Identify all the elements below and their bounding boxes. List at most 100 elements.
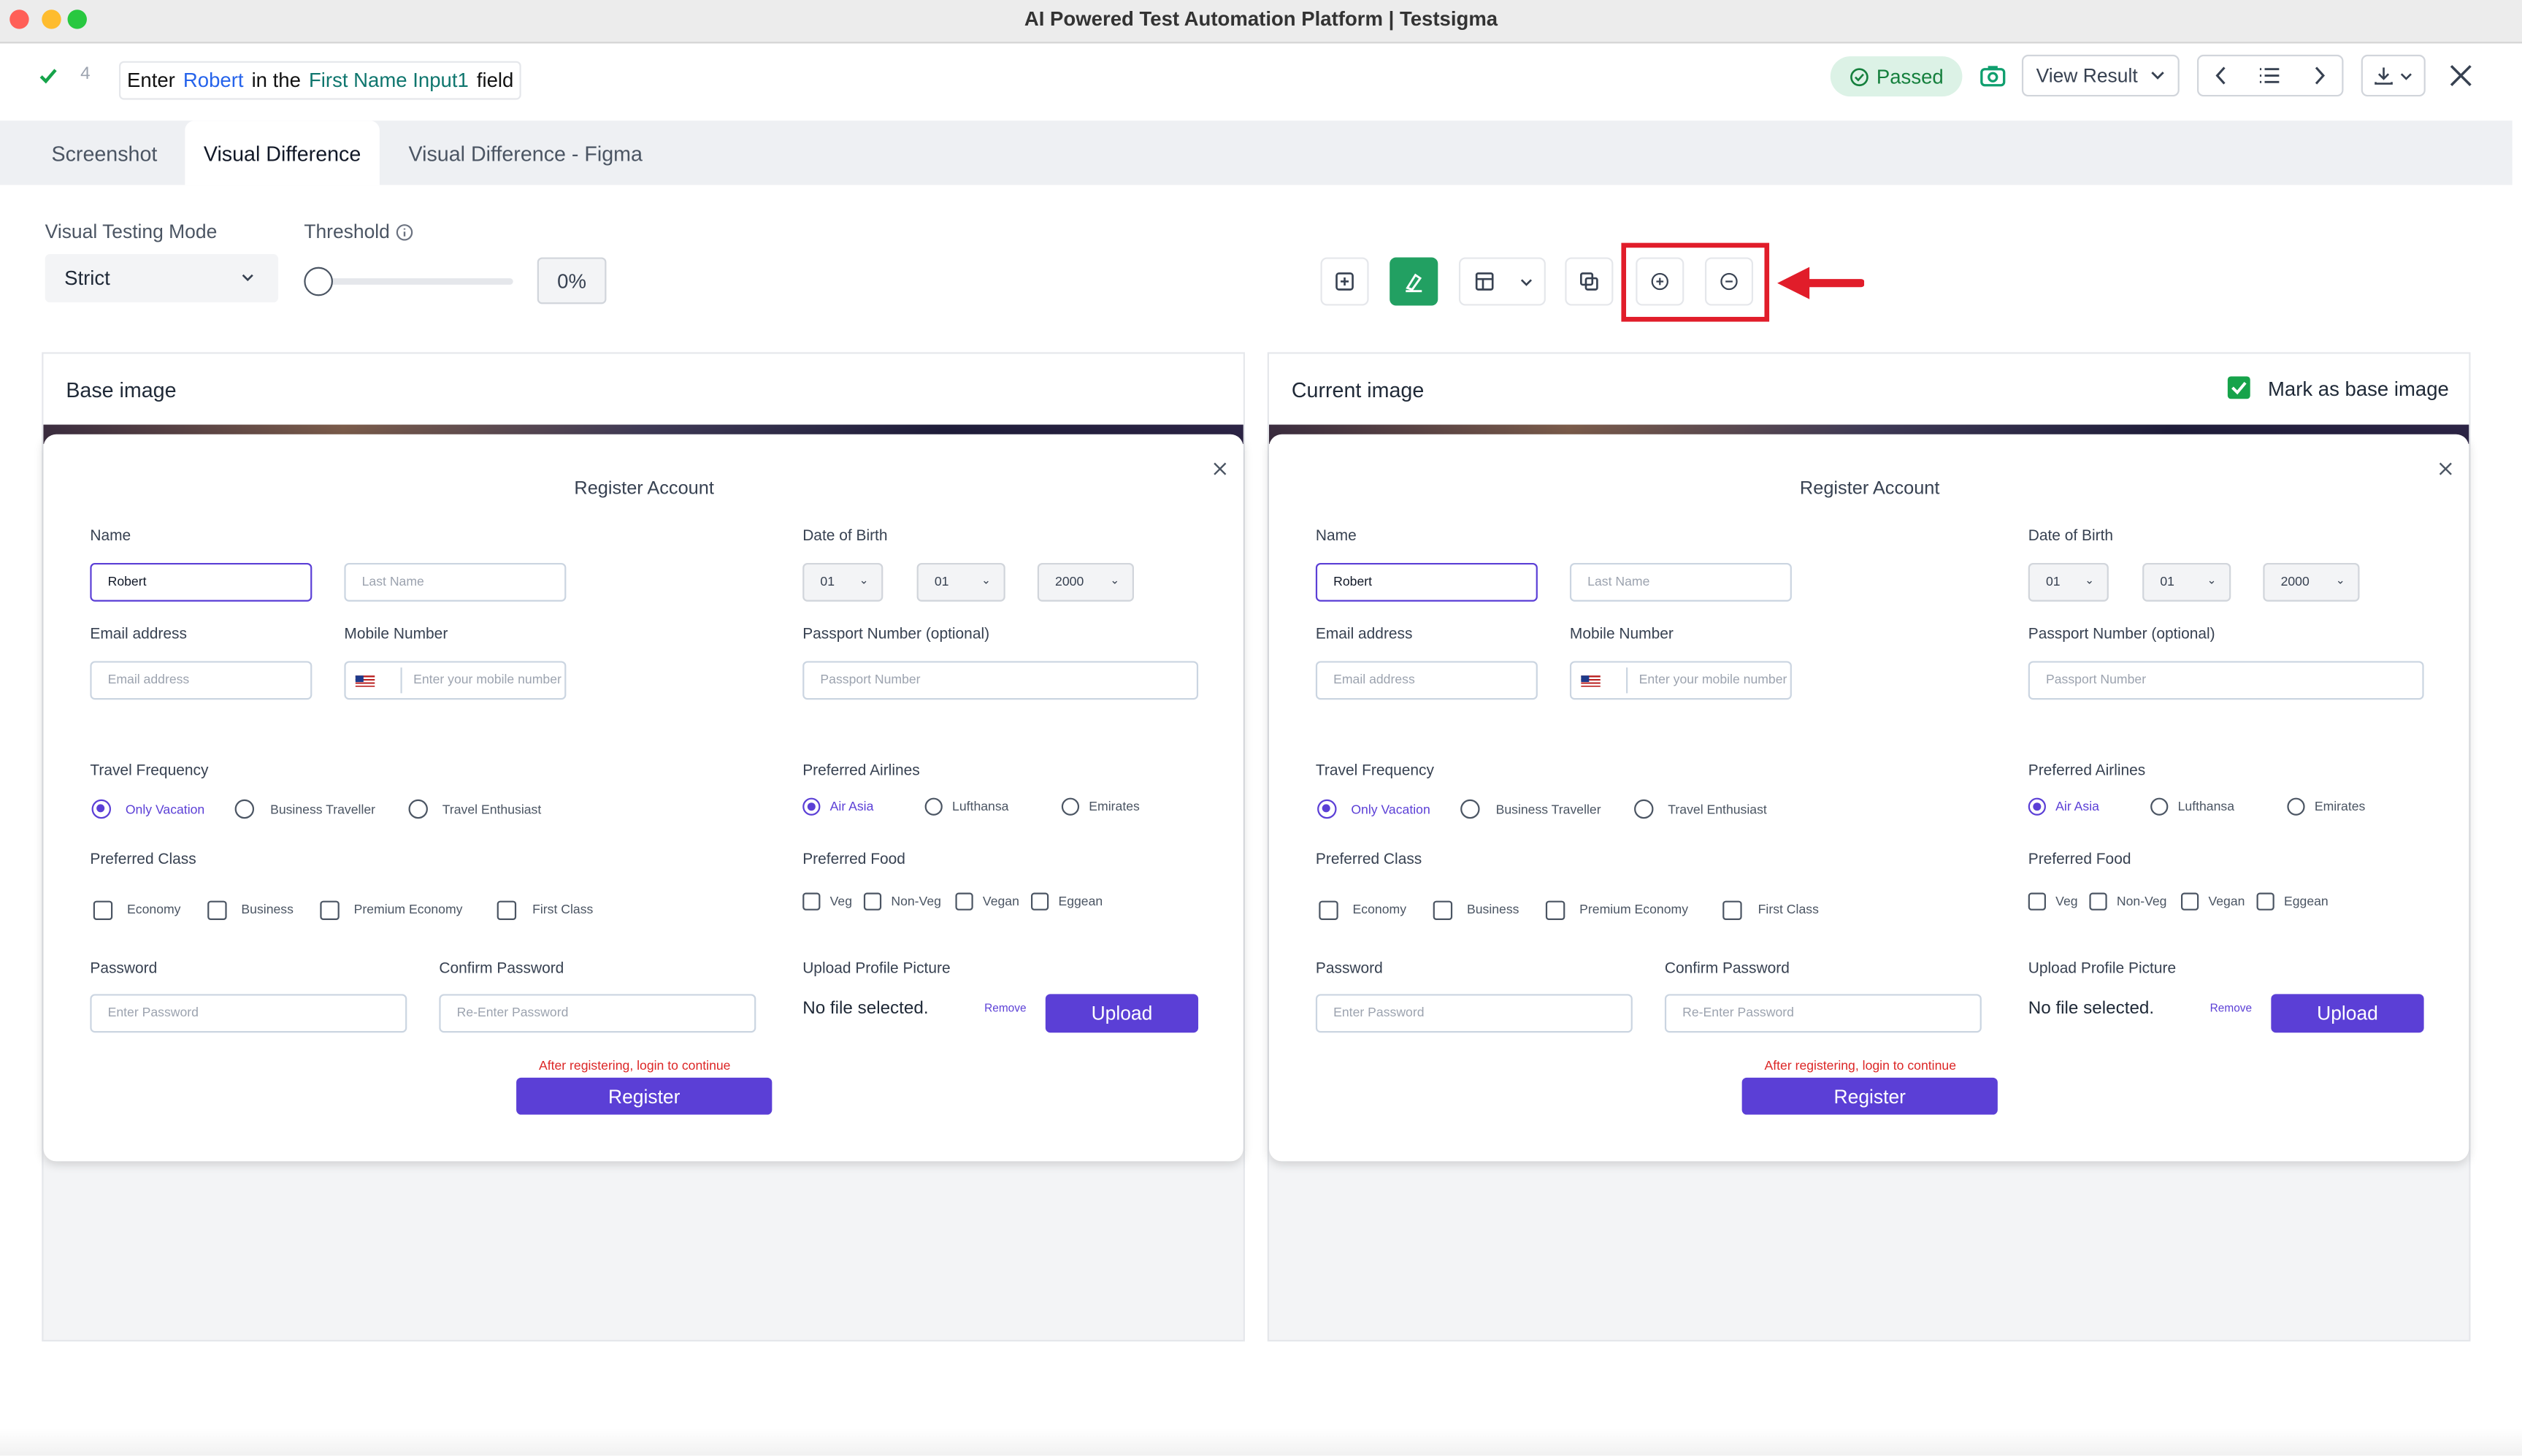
radio-emirates[interactable]: [1061, 797, 1080, 816]
food-option-label: Vegan: [2208, 894, 2245, 909]
step-suffix: field: [476, 69, 514, 92]
view-result-label: View Result: [2036, 64, 2138, 87]
checkbox-first-class[interactable]: [1722, 900, 1742, 921]
mark-as-base-checkbox[interactable]: [2227, 376, 2250, 399]
status-badge: Passed: [1830, 56, 1963, 97]
tab-visual-difference[interactable]: Visual Difference: [185, 120, 380, 185]
step-element[interactable]: First Name Input1: [309, 69, 469, 92]
highlighter-icon: [1406, 273, 1422, 293]
view-result-dropdown[interactable]: View Result: [2021, 54, 2180, 97]
checkbox-business[interactable]: [1433, 900, 1453, 921]
dob-month-select[interactable]: 01 ⌄: [916, 562, 1005, 602]
camera-icon[interactable]: [1980, 64, 2006, 87]
close-icon[interactable]: [2438, 461, 2453, 476]
overlay-button[interactable]: [1565, 257, 1614, 306]
remove-link[interactable]: Remove: [984, 1004, 1026, 1015]
crop-button[interactable]: [1320, 257, 1369, 306]
compare-layout-dropdown[interactable]: [1458, 257, 1546, 306]
confirm-password-input[interactable]: Re-Enter Password: [1664, 994, 1982, 1033]
upload-button[interactable]: Upload: [1045, 994, 1199, 1033]
checkbox-economy[interactable]: [1319, 900, 1338, 921]
tab-screenshot[interactable]: Screenshot: [51, 120, 157, 185]
last-name-input[interactable]: Last Name: [1569, 562, 1792, 602]
step-test-data[interactable]: Robert: [183, 69, 244, 92]
radio-emirates[interactable]: [2287, 797, 2305, 816]
chevron-right-icon[interactable]: [2313, 66, 2326, 85]
checkbox-veg[interactable]: [802, 892, 821, 911]
tab-visual-difference-figma[interactable]: Visual Difference - Figma: [409, 120, 643, 185]
checkbox-non-veg[interactable]: [2089, 892, 2107, 911]
close-icon[interactable]: [2450, 64, 2472, 87]
mobile-input[interactable]: Enter your mobile number: [344, 661, 567, 700]
radio-lufthansa[interactable]: [2150, 797, 2169, 816]
airline-option-label: Air Asia: [2055, 799, 2099, 814]
checkbox-economy[interactable]: [93, 900, 113, 921]
email-input[interactable]: Email address: [90, 661, 313, 700]
checkbox-premium-economy[interactable]: [1545, 900, 1565, 921]
info-icon[interactable]: [396, 223, 413, 241]
horizontal-scrollbar[interactable]: [0, 1428, 2522, 1456]
window-title: AI Powered Test Automation Platform | Te…: [1024, 8, 1498, 31]
highlight-button[interactable]: [1390, 257, 1438, 306]
dob-day-select[interactable]: 01 ⌄: [802, 562, 884, 602]
radio-business-traveller[interactable]: [234, 799, 255, 819]
threshold-slider-track[interactable]: [304, 278, 513, 285]
register-button[interactable]: Register: [1741, 1077, 1998, 1115]
radio-air-asia[interactable]: [2028, 797, 2046, 816]
passport-input[interactable]: Passport Number: [2028, 661, 2424, 700]
food-option-label: Veg: [2055, 894, 2078, 909]
checkbox-vegan[interactable]: [2180, 892, 2199, 911]
email-input[interactable]: Email address: [1315, 661, 1538, 700]
list-icon[interactable]: [2259, 66, 2282, 85]
last-name-input[interactable]: Last Name: [344, 562, 567, 602]
class-option-label: Economy: [1352, 902, 1407, 917]
first-name-input[interactable]: Robert: [90, 562, 313, 602]
radio-only-vacation[interactable]: [1317, 799, 1337, 819]
threshold-slider-handle[interactable]: [304, 267, 333, 296]
dob-day-select[interactable]: 01 ⌄: [2028, 562, 2109, 602]
radio-lufthansa[interactable]: [924, 797, 943, 816]
mobile-input[interactable]: Enter your mobile number: [1569, 661, 1792, 700]
radio-air-asia[interactable]: [802, 797, 821, 816]
upload-button[interactable]: Upload: [2271, 994, 2424, 1033]
checkbox-veg[interactable]: [2028, 892, 2046, 911]
chevron-down-icon: [242, 274, 253, 282]
checkbox-vegan[interactable]: [955, 892, 973, 911]
register-button[interactable]: Register: [516, 1077, 773, 1115]
radio-only-vacation[interactable]: [91, 799, 111, 819]
close-icon[interactable]: [1213, 461, 1227, 476]
dob-month-select[interactable]: 01 ⌄: [2142, 562, 2231, 602]
radio-business-traveller[interactable]: [1460, 799, 1480, 819]
travel-option-label: Travel Enthusiast: [1668, 802, 1767, 818]
password-input[interactable]: Enter Password: [90, 994, 407, 1033]
panel-title: Current image: [1291, 378, 1425, 402]
checkbox-non-veg[interactable]: [863, 892, 882, 911]
chevron-down-icon: [1519, 278, 1531, 286]
passport-label: Passport Number (optional): [2028, 625, 2215, 644]
window-titlebar: AI Powered Test Automation Platform | Te…: [0, 0, 2522, 44]
mobile-label: Mobile Number: [344, 625, 448, 644]
dob-year-select[interactable]: 2000 ⌄: [2263, 562, 2360, 602]
first-name-input[interactable]: Robert: [1315, 562, 1538, 602]
threshold-value[interactable]: 0%: [537, 257, 607, 304]
mode-select[interactable]: Strict: [45, 254, 279, 303]
class-option-label: Premium Economy: [1579, 902, 1689, 917]
dob-label: Date of Birth: [2028, 527, 2114, 545]
download-dropdown[interactable]: [2361, 54, 2426, 97]
dob-year-select[interactable]: 2000 ⌄: [1037, 562, 1134, 602]
dob-month-value: 01: [934, 574, 949, 589]
radio-travel-enthusiast[interactable]: [1634, 799, 1654, 819]
chevron-left-icon[interactable]: [2215, 66, 2228, 85]
checkbox-eggean[interactable]: [1030, 892, 1049, 911]
checkbox-business[interactable]: [207, 900, 227, 921]
passport-input[interactable]: Passport Number: [802, 661, 1199, 700]
remove-link[interactable]: Remove: [2210, 1004, 2252, 1015]
flag-canton: [1581, 675, 1590, 682]
checkbox-first-class[interactable]: [497, 900, 517, 921]
password-input[interactable]: Enter Password: [1315, 994, 1633, 1033]
radio-travel-enthusiast[interactable]: [408, 799, 428, 819]
confirm-password-input[interactable]: Re-Enter Password: [439, 994, 756, 1033]
checkbox-premium-economy[interactable]: [320, 900, 340, 921]
checkbox-eggean[interactable]: [2256, 892, 2274, 911]
step-connector: in the: [251, 69, 301, 92]
